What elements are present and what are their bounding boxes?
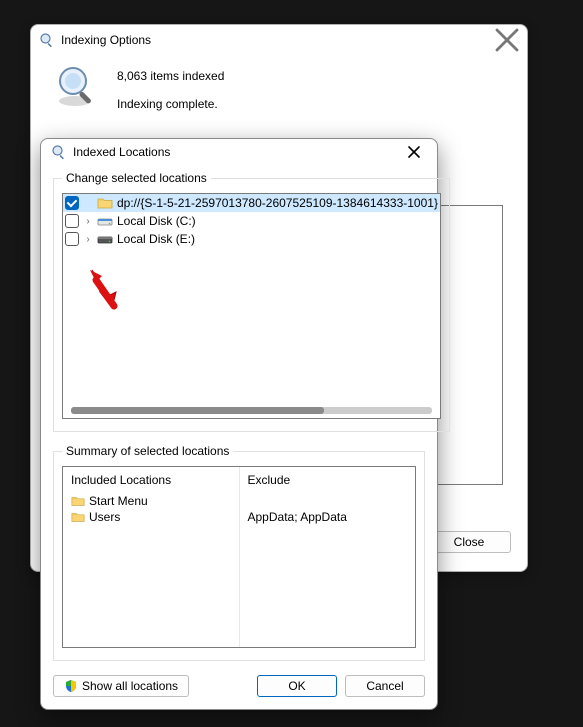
ok-button[interactable]: OK	[257, 675, 337, 697]
included-location-row[interactable]: Users	[71, 509, 231, 525]
tree-row-label: dp://{S-1-5-21-2597013780-2607525109-138…	[117, 196, 438, 210]
show-all-locations-button[interactable]: Show all locations	[53, 675, 189, 697]
indexed-locations-close-button[interactable]	[401, 139, 427, 165]
included-column: Included Locations Start Menu Users	[63, 467, 240, 647]
excluded-header: Exclude	[248, 473, 408, 487]
magnifier-large-icon	[53, 63, 101, 111]
expander-icon[interactable]: ›	[83, 216, 93, 227]
items-indexed-text: 8,063 items indexed	[117, 69, 224, 83]
horizontal-scrollbar[interactable]	[71, 407, 432, 414]
tree-row[interactable]: › Local Disk (C:)	[63, 212, 440, 230]
indexed-locations-dialog: Indexed Locations Change selected locati…	[40, 138, 438, 710]
tree-checkbox[interactable]	[65, 232, 79, 246]
indexing-options-close-button[interactable]	[495, 28, 519, 52]
close-button[interactable]: Close	[427, 531, 511, 553]
tree-row[interactable]: dp://{S-1-5-21-2597013780-2607525109-138…	[63, 194, 440, 212]
tree-row-label: Local Disk (C:)	[117, 214, 196, 228]
folder-icon	[97, 195, 113, 211]
tree-row[interactable]: › Local Disk (E:)	[63, 230, 440, 248]
included-location-label: Start Menu	[89, 494, 148, 508]
excluded-location-row	[248, 493, 408, 509]
dialog-button-row: Show all locations OK Cancel	[41, 669, 437, 709]
show-all-locations-label: Show all locations	[82, 679, 178, 693]
indexing-options-body: 8,063 items indexed Indexing complete.	[31, 55, 527, 135]
folder-icon	[71, 510, 85, 524]
excluded-column: Exclude AppData; AppData	[240, 467, 416, 647]
indexing-options-titlebar: Indexing Options	[31, 25, 527, 55]
cancel-button[interactable]: Cancel	[345, 675, 425, 697]
magnifier-icon	[51, 144, 67, 160]
summary-legend: Summary of selected locations	[62, 444, 233, 458]
excluded-location-row: AppData; AppData	[248, 509, 408, 525]
summary-table: Included Locations Start Menu Users Exclu…	[62, 466, 416, 648]
shield-icon	[64, 679, 78, 693]
tree-checkbox[interactable]	[65, 214, 79, 228]
included-location-row[interactable]: Start Menu	[71, 493, 231, 509]
drive-icon	[97, 231, 113, 247]
included-location-label: Users	[89, 510, 120, 524]
change-locations-legend: Change selected locations	[62, 171, 211, 185]
drive-icon	[97, 213, 113, 229]
magnifier-icon	[39, 32, 55, 48]
tree-checkbox[interactable]	[65, 196, 79, 210]
indexed-locations-title: Indexed Locations	[73, 145, 170, 159]
expander-icon[interactable]: ›	[83, 234, 93, 245]
change-locations-group: Change selected locations dp://{S-1-5-21…	[53, 171, 450, 432]
indexing-status-text: Indexing complete.	[117, 97, 224, 111]
indexed-locations-titlebar: Indexed Locations	[41, 139, 437, 165]
excluded-location-label: AppData; AppData	[248, 510, 347, 524]
tree-row-label: Local Disk (E:)	[117, 232, 195, 246]
included-header: Included Locations	[71, 473, 231, 487]
locations-tree[interactable]: dp://{S-1-5-21-2597013780-2607525109-138…	[62, 193, 441, 419]
folder-icon	[71, 494, 85, 508]
summary-group: Summary of selected locations Included L…	[53, 444, 425, 661]
indexing-options-title: Indexing Options	[61, 33, 151, 47]
